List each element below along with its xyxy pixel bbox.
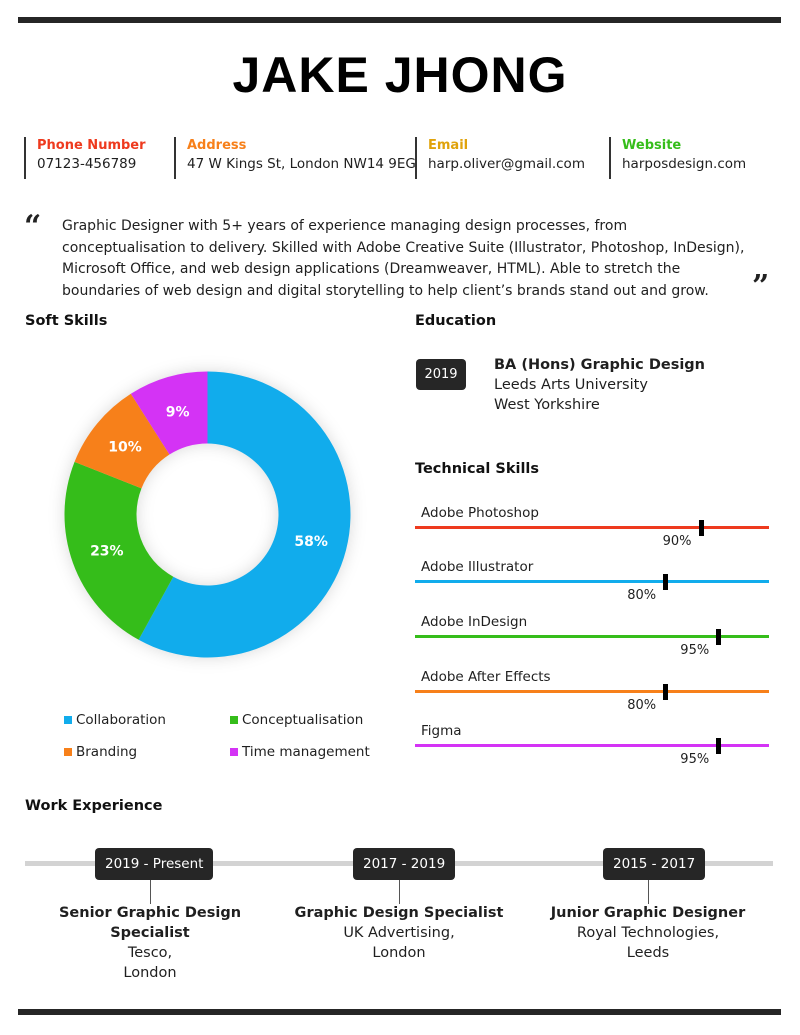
skill-level-marker [663,684,669,700]
job-entry: Junior Graphic Designer Royal Technologi… [518,903,778,963]
skill-level-marker [716,738,722,754]
section-title-technical-skills: Technical Skills [415,461,540,477]
job-title: Graphic Design Specialist [294,905,504,921]
skill-percent: 95% [680,752,710,767]
job-company: UK Advertising, [343,925,455,941]
education-location: West Yorkshire [494,397,600,413]
contact-phone: Phone Number 07123-456789 [24,137,146,179]
job-title: Senior Graphic Design Specialist [58,905,242,941]
skill-bar [415,580,769,583]
contact-value: 07123-456789 [37,156,137,172]
skill-item: Adobe Photoshop 90% [415,505,769,555]
job-city: London [123,965,177,981]
close-quote-icon: ” [752,269,770,304]
contact-value[interactable]: harposdesign.com [622,155,746,174]
skill-item: Adobe After Effects 80% [415,669,769,719]
job-entry: Senior Graphic Design Specialist Tesco, … [20,903,280,983]
job-city: London [372,945,426,961]
legend-item: Time management [230,744,370,760]
contact-address: Address 47 W Kings St, London NW14 9EG [174,137,416,179]
skill-percent: 95% [680,643,710,658]
legend-label: Collaboration [76,712,166,728]
donut-slice-label: 58% [294,534,328,550]
education-degree: BA (Hons) Graphic Design [494,357,706,373]
skill-bar [415,526,769,529]
legend-swatch [230,716,238,724]
contact-email: Email harp.oliver@gmail.com [415,137,585,179]
skill-item: Adobe InDesign 95% [415,614,769,664]
job-date-badge: 2017 - 2019 [353,848,456,880]
donut-slice-label: 10% [108,439,142,455]
soft-skills-chart: 58% 23% 10% 9% [55,362,360,667]
job-date-badge: 2015 - 2017 [603,848,706,880]
job-connector [399,880,400,904]
job-title: Junior Graphic Designer [550,905,746,921]
contact-label: Phone Number [37,138,146,153]
skill-name: Adobe Illustrator [421,559,534,575]
resume-name: JAKE JHONG [232,47,568,103]
contact-label: Email [428,138,469,153]
skill-percent: 80% [627,698,657,713]
contact-value[interactable]: harp.oliver@gmail.com [428,155,585,174]
education-entry: BA (Hons) Graphic Design Leeds Arts Univ… [494,355,705,415]
job-city: Leeds [626,945,670,961]
section-title-education: Education [415,313,497,329]
job-entry: Graphic Design Specialist UK Advertising… [269,903,529,963]
section-title-work-experience: Work Experience [25,798,163,814]
legend-swatch [230,748,238,756]
education-year-badge: 2019 [416,359,466,390]
skill-name: Adobe Photoshop [421,505,539,521]
legend-swatch [64,716,72,724]
skill-name: Adobe InDesign [421,614,528,630]
legend-swatch [64,748,72,756]
job-connector [648,880,649,904]
contact-label: Address [187,138,247,153]
donut-chart: 58% 23% 10% 9% [64,371,351,658]
legend-label: Conceptualisation [242,712,364,728]
section-title-soft-skills: Soft Skills [25,313,108,329]
top-divider [18,17,781,23]
job-date-badge: 2019 - Present [95,848,214,880]
legend-label: Time management [242,744,370,760]
donut-slice-label: 23% [90,544,124,560]
contact-website: Website harposdesign.com [609,137,746,179]
skill-name: Figma [421,723,462,739]
open-quote-icon: “ [24,209,42,244]
legend-item: Conceptualisation [230,712,363,728]
skill-item: Adobe Illustrator 80% [415,559,769,609]
contact-label: Website [622,138,682,153]
donut-slice-label: 9% [166,405,190,421]
legend-item: Branding [64,744,137,760]
legend-label: Branding [76,744,138,760]
skill-percent: 90% [662,534,692,549]
bottom-divider [18,1009,781,1015]
profile-summary: Graphic Designer with 5+ years of experi… [62,218,745,299]
skill-item: Figma 95% [415,723,769,773]
skill-percent: 80% [627,588,657,603]
skill-level-marker [716,629,722,645]
job-company: Tesco, [127,945,173,961]
job-company: Royal Technologies, [576,925,720,941]
job-connector [150,880,151,904]
skill-bar [415,690,769,693]
skill-name: Adobe After Effects [421,669,551,685]
skill-level-marker [663,574,669,590]
contact-value: 47 W Kings St, London NW14 9EG [187,156,416,172]
legend-item: Collaboration [64,712,166,728]
education-school: Leeds Arts University [494,377,648,393]
skill-level-marker [698,520,704,536]
